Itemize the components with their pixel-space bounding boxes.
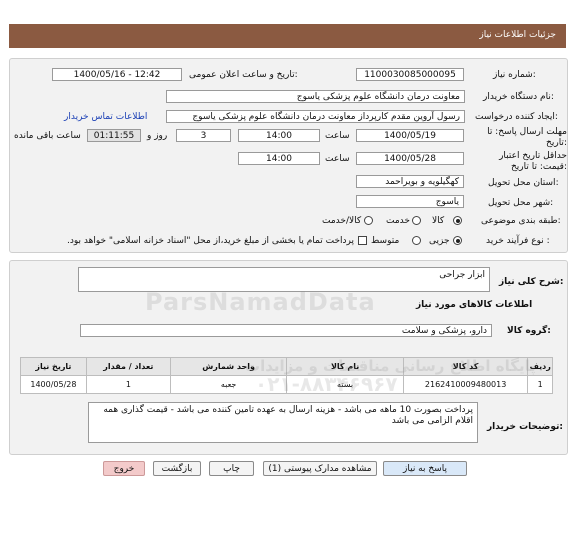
reply-button[interactable]: پاسخ به نیاز <box>383 461 467 476</box>
treasury-payment-note: پرداخت تمام یا بخشی از مبلغ خرید،از محل … <box>66 236 354 246</box>
creator-label: ایجاد کننده درخواست: <box>475 112 558 122</box>
col-header-quantity: تعداد / مقدار <box>85 357 171 376</box>
remaining-time-label: ساعت باقی مانده <box>14 131 81 141</box>
watermark-line2: ۰۲۱-۸۸۳۴۶۹۶۷ <box>255 372 398 396</box>
process-option-medium: متوسط <box>371 236 400 246</box>
city-label: شهر محل تحویل: <box>488 198 554 208</box>
goods-group-field: دارو، پزشکی و سلامت <box>80 324 492 337</box>
watermark-brand: ParsNamadData <box>145 288 376 316</box>
need-summary-label: شرح کلی نیاز: <box>499 277 564 287</box>
buyer-notes-label: توضیحات خریدار: <box>487 422 563 432</box>
deadline-label: مهلت ارسال پاسخ: تا تاریخ: <box>487 127 567 148</box>
creator-field: رسول آروین مقدم کارپرداز معاونت درمان دا… <box>166 110 465 123</box>
remaining-time-field: 01:11:55 <box>87 129 141 142</box>
cell-item-code: 2162410009480013 <box>402 375 529 394</box>
deadline-time-field: 14:00 <box>238 129 320 142</box>
page-title: جزئیات اطلاعات نیاز <box>479 30 556 40</box>
validity-label: حداقل تاریخ اعتبار قیمت: تا تاریخ: <box>499 151 567 172</box>
need-number-field: 1100030085000095 <box>356 68 464 81</box>
buyer-contact-link[interactable]: اطلاعات تماس خریدار <box>64 112 147 122</box>
view-attachments-button[interactable]: مشاهده مدارک پیوستی (1) <box>263 461 377 476</box>
cell-row-number: 1 <box>527 375 553 394</box>
category-option-goods: کالا <box>432 216 445 226</box>
category-radio-goods[interactable] <box>453 216 462 225</box>
buyer-notes-field: پرداخت بصورت 10 ماهه می باشد - هزینه ارس… <box>88 402 478 443</box>
col-header-need-date: تاریخ نیاز <box>20 357 87 376</box>
category-label: طبقه بندی موضوعی: <box>481 216 561 226</box>
process-label: نوع فرآیند خرید : <box>486 236 550 246</box>
announce-datetime-field: 1400/05/16 - 12:42 <box>52 68 182 81</box>
province-field: کهگیلویه و بویراحمد <box>356 175 464 188</box>
buyer-org-label: نام دستگاه خریدار: <box>483 92 554 102</box>
page-header: جزئیات اطلاعات نیاز <box>9 24 566 48</box>
category-option-goods-service: کالا/خدمت <box>322 216 362 226</box>
category-radio-service[interactable] <box>412 216 421 225</box>
process-option-minor: جزیی <box>429 236 450 246</box>
category-option-service: خدمت <box>386 216 410 226</box>
goods-info-title: اطلاعات کالاهای مورد نیاز <box>416 300 533 310</box>
print-button[interactable]: چاپ <box>209 461 254 476</box>
treasury-payment-checkbox[interactable] <box>358 236 367 245</box>
need-number-label: شماره نیاز: <box>493 70 536 80</box>
exit-button[interactable]: خروج <box>103 461 145 476</box>
validity-time-field: 14:00 <box>238 152 320 165</box>
deadline-time-label: ساعت <box>325 131 350 141</box>
cell-need-date: 1400/05/28 <box>20 375 87 394</box>
process-radio-medium[interactable] <box>412 236 421 245</box>
days-label: روز و <box>147 131 168 141</box>
validity-date-field: 1400/05/28 <box>356 152 464 165</box>
announce-label: تاریخ و ساعت اعلان عمومی: <box>189 70 298 80</box>
goods-group-label: گروه کالا: <box>507 326 551 336</box>
validity-time-label: ساعت <box>325 154 350 164</box>
process-radio-minor[interactable] <box>453 236 462 245</box>
deadline-date-field: 1400/05/19 <box>356 129 464 142</box>
cell-quantity: 1 <box>85 375 171 394</box>
province-label: استان محل تحویل: <box>488 178 559 188</box>
buyer-org-field: معاونت درمان دانشگاه علوم پزشکی یاسوج <box>166 90 465 103</box>
back-button[interactable]: بازگشت <box>153 461 201 476</box>
category-radio-goods-service[interactable] <box>364 216 373 225</box>
city-field: یاسوج <box>356 195 464 208</box>
days-remaining-field: 3 <box>176 129 231 142</box>
